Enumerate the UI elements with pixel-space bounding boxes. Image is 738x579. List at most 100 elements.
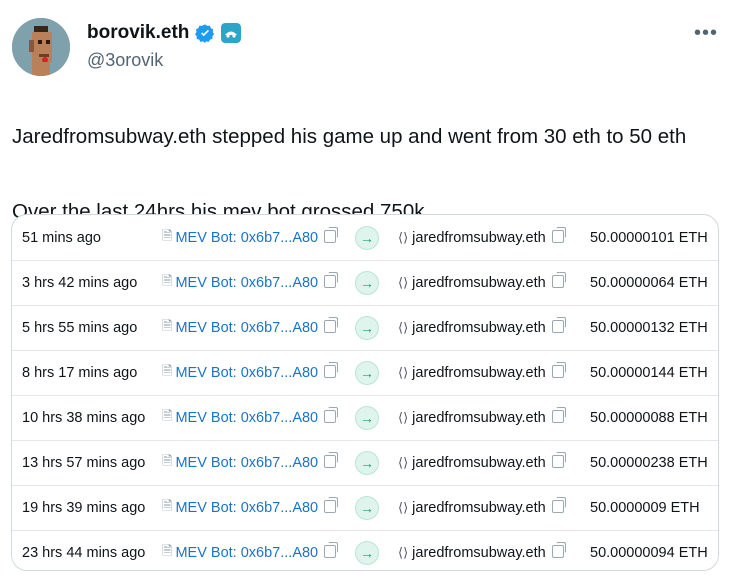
code-icon: ⟨⟩ [398,364,409,380]
arrow-right-icon: → [355,495,379,520]
code-icon: ⟨⟩ [398,409,409,425]
arrow-right-icon: → [355,405,379,430]
copy-icon[interactable] [324,272,339,288]
contract-doc-icon: 🗎 [162,542,173,558]
arrow-right-icon: → [355,225,379,250]
transaction-row: 13 hrs 57 mins ago 🗎 MEV Bot: 0x6b7...A80… [12,440,718,486]
tx-direction: → [355,350,379,395]
contract-doc-icon: 🗎 [162,407,173,423]
contract-doc-icon: 🗎 [162,362,173,378]
tx-from[interactable]: 🗎 MEV Bot: 0x6b7...A80 [162,350,339,395]
code-icon: ⟨⟩ [398,454,409,470]
copy-icon[interactable] [324,317,339,333]
arrow-right-icon: → [355,315,379,340]
tx-from[interactable]: 🗎 MEV Bot: 0x6b7...A80 [162,395,339,440]
transaction-row: 23 hrs 44 mins ago 🗎 MEV Bot: 0x6b7...A80… [12,530,718,570]
copy-icon[interactable] [551,317,566,333]
code-icon: ⟨⟩ [398,499,409,515]
transaction-row: 10 hrs 38 mins ago 🗎 MEV Bot: 0x6b7...A80… [12,395,718,441]
author-display-name[interactable]: borovik.eth [87,22,189,44]
copy-icon[interactable] [551,542,566,558]
tx-age: 19 hrs 39 mins ago [22,499,146,516]
copy-icon[interactable] [551,497,566,513]
tx-to[interactable]: ⟨⟩ jaredfromsubway.eth [398,215,566,260]
tx-from-label: MEV Bot: 0x6b7...A80 [175,499,319,516]
tx-age: 8 hrs 17 mins ago [22,364,138,381]
copy-icon[interactable] [551,227,566,243]
tweet-paragraph-1: Jaredfromsubway.eth stepped his game up … [12,125,687,148]
tx-from-label: MEV Bot: 0x6b7...A80 [175,454,319,471]
tx-from[interactable]: 🗎 MEV Bot: 0x6b7...A80 [162,440,339,485]
arrow-right-icon: → [355,540,379,565]
copy-icon[interactable] [324,407,339,423]
tx-from[interactable]: 🗎 MEV Bot: 0x6b7...A80 [162,485,339,530]
code-icon: ⟨⟩ [398,229,409,245]
tx-to-label: jaredfromsubway.eth [412,454,546,471]
arrow-right-icon: → [355,270,379,295]
author-handle[interactable]: @3orovik [87,50,163,71]
tx-amount: 50.00000088 ETH [590,409,708,426]
tx-to[interactable]: ⟨⟩ jaredfromsubway.eth [398,305,566,350]
contract-doc-icon: 🗎 [162,272,173,288]
tx-amount: 50.00000144 ETH [590,364,708,381]
tx-to[interactable]: ⟨⟩ jaredfromsubway.eth [398,485,566,530]
code-icon: ⟨⟩ [398,274,409,290]
tx-to-label: jaredfromsubway.eth [412,499,546,516]
tx-to[interactable]: ⟨⟩ jaredfromsubway.eth [398,350,566,395]
contract-doc-icon: 🗎 [162,452,173,468]
tx-from-label: MEV Bot: 0x6b7...A80 [175,229,319,246]
tx-amount: 50.0000009 ETH [590,499,700,516]
tx-to[interactable]: ⟨⟩ jaredfromsubway.eth [398,395,566,440]
contract-doc-icon: 🗎 [162,317,173,333]
tx-to[interactable]: ⟨⟩ jaredfromsubway.eth [398,530,566,570]
tx-age: 5 hrs 55 mins ago [22,319,138,336]
tx-amount: 50.00000094 ETH [590,544,708,561]
tx-from-label: MEV Bot: 0x6b7...A80 [175,319,319,336]
transaction-row: 5 hrs 55 mins ago 🗎 MEV Bot: 0x6b7...A80 … [12,305,718,351]
tx-age: 3 hrs 42 mins ago [22,274,138,291]
verified-badge-icon[interactable] [195,23,215,43]
tx-direction: → [355,530,379,570]
copy-icon[interactable] [324,452,339,468]
tx-from[interactable]: 🗎 MEV Bot: 0x6b7...A80 [162,260,339,305]
copy-icon[interactable] [324,227,339,243]
code-icon: ⟨⟩ [398,544,409,560]
code-icon: ⟨⟩ [398,319,409,335]
tx-from[interactable]: 🗎 MEV Bot: 0x6b7...A80 [162,305,339,350]
tx-direction: → [355,305,379,350]
copy-icon[interactable] [551,452,566,468]
transaction-row: 19 hrs 39 mins ago 🗎 MEV Bot: 0x6b7...A80… [12,485,718,531]
tx-to-label: jaredfromsubway.eth [412,274,546,291]
affiliate-badge-icon[interactable] [221,23,242,43]
tx-direction: → [355,440,379,485]
tx-from[interactable]: 🗎 MEV Bot: 0x6b7...A80 [162,530,339,570]
transactions-image[interactable]: 51 mins ago 🗎 MEV Bot: 0x6b7...A80 → ⟨⟩ ja… [11,214,719,571]
copy-icon[interactable] [551,362,566,378]
tx-from-label: MEV Bot: 0x6b7...A80 [175,274,319,291]
copy-icon[interactable] [324,362,339,378]
tx-to-label: jaredfromsubway.eth [412,409,546,426]
copy-icon[interactable] [551,272,566,288]
contract-doc-icon: 🗎 [162,227,173,243]
copy-icon[interactable] [324,542,339,558]
copy-icon[interactable] [324,497,339,513]
tx-age: 51 mins ago [22,229,101,246]
tx-to-label: jaredfromsubway.eth [412,364,546,381]
tx-amount: 50.00000101 ETH [590,229,708,246]
tx-amount: 50.00000064 ETH [590,274,708,291]
tx-to-label: jaredfromsubway.eth [412,319,546,336]
tx-direction: → [355,395,379,440]
tx-direction: → [355,215,379,260]
tx-age: 13 hrs 57 mins ago [22,454,146,471]
more-options-icon[interactable]: ••• [694,22,718,45]
tx-from[interactable]: 🗎 MEV Bot: 0x6b7...A80 [162,215,339,260]
transaction-row: 8 hrs 17 mins ago 🗎 MEV Bot: 0x6b7...A80 … [12,350,718,396]
arrow-right-icon: → [355,450,379,475]
author-avatar[interactable] [12,18,70,76]
transaction-row: 3 hrs 42 mins ago 🗎 MEV Bot: 0x6b7...A80 … [12,260,718,306]
transaction-row: 51 mins ago 🗎 MEV Bot: 0x6b7...A80 → ⟨⟩ ja… [12,215,718,261]
copy-icon[interactable] [551,407,566,423]
contract-doc-icon: 🗎 [162,497,173,513]
tx-to[interactable]: ⟨⟩ jaredfromsubway.eth [398,440,566,485]
tx-to[interactable]: ⟨⟩ jaredfromsubway.eth [398,260,566,305]
